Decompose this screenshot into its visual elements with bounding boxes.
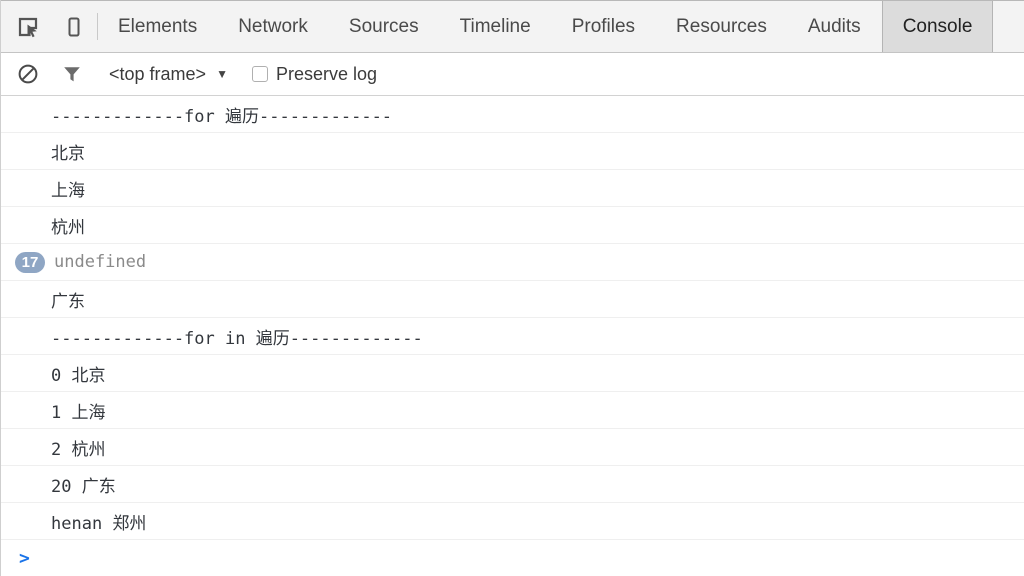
clear-console-icon[interactable] (15, 61, 41, 87)
console-message[interactable]: 17 undefined (1, 244, 1024, 281)
preserve-log-checkbox[interactable] (251, 66, 268, 82)
console-message[interactable]: 广东 (1, 281, 1024, 318)
message-text: 20 广东 (51, 476, 116, 497)
console-message[interactable]: 0 北京 (1, 355, 1024, 392)
console-message[interactable]: 20 广东 (1, 466, 1024, 503)
console-filterbar: <top frame> ▼ Preserve log (1, 53, 1024, 96)
tab-profiles[interactable]: Profiles (552, 1, 656, 52)
tab-audits[interactable]: Audits (788, 1, 882, 52)
device-toolbar-icon[interactable] (61, 14, 87, 40)
console-message[interactable]: 北京 (1, 133, 1024, 170)
console-message[interactable]: henan 郑州 (1, 503, 1024, 540)
message-text: 北京 (51, 143, 85, 164)
tab-network[interactable]: Network (218, 1, 329, 52)
tab-label: Sources (348, 15, 419, 37)
tab-resources[interactable]: Resources (656, 1, 788, 52)
console-prompt-input[interactable] (40, 540, 1024, 576)
tab-label: Resources (676, 15, 767, 37)
tab-sources[interactable]: Sources (329, 1, 440, 52)
console-message[interactable]: 上海 (1, 170, 1024, 207)
devtools-tabbar: Elements Network Sources Timeline Profil… (1, 0, 1024, 53)
preserve-log-label: Preserve log (275, 63, 378, 84)
tab-label: Network (238, 15, 308, 37)
preserve-log-toggle[interactable]: Preserve log (251, 63, 378, 85)
tab-label: Profiles (571, 15, 636, 37)
prompt-chevron-icon: > (19, 548, 30, 569)
inspect-element-icon[interactable] (15, 14, 41, 40)
message-text: 杭州 (51, 217, 85, 238)
console-message-list[interactable]: -------------for 遍历------------- 北京 上海 杭… (1, 96, 1024, 576)
message-text: 广东 (51, 291, 85, 312)
tab-console[interactable]: Console (881, 1, 994, 52)
console-message[interactable]: 杭州 (1, 207, 1024, 244)
console-message[interactable]: 1 上海 (1, 392, 1024, 429)
message-text: 0 北京 (51, 365, 106, 386)
message-text: henan 郑州 (51, 513, 147, 534)
console-message[interactable]: 2 杭州 (1, 429, 1024, 466)
console-prompt-row[interactable]: > (1, 540, 1024, 576)
tab-label: Timeline (459, 15, 531, 37)
execution-context-value: <top frame> (109, 63, 207, 84)
message-text: -------------for 遍历------------- (51, 106, 393, 127)
filter-funnel-icon[interactable] (59, 61, 85, 87)
message-text: 2 杭州 (51, 439, 106, 460)
tab-elements[interactable]: Elements (98, 1, 218, 52)
message-text: undefined (54, 252, 147, 272)
message-repeat-count-badge: 17 (15, 251, 45, 273)
tab-label: Audits (807, 15, 861, 37)
execution-context-selector[interactable]: <top frame> ▼ (109, 64, 228, 85)
tab-label: Console (902, 15, 973, 37)
tab-label: Elements (118, 15, 198, 37)
devtools-tab-list: Elements Network Sources Timeline Profil… (98, 1, 1024, 52)
devtools-panel: Elements Network Sources Timeline Profil… (0, 0, 1024, 576)
message-text: 上海 (51, 180, 85, 201)
message-text: 1 上海 (51, 402, 106, 423)
console-message[interactable]: -------------for 遍历------------- (1, 96, 1024, 133)
message-text: -------------for in 遍历------------- (51, 328, 423, 349)
chevron-down-icon: ▼ (216, 67, 228, 81)
tab-timeline[interactable]: Timeline (440, 1, 552, 52)
toolbar-icon-group (1, 1, 97, 52)
console-message[interactable]: -------------for in 遍历------------- (1, 318, 1024, 355)
